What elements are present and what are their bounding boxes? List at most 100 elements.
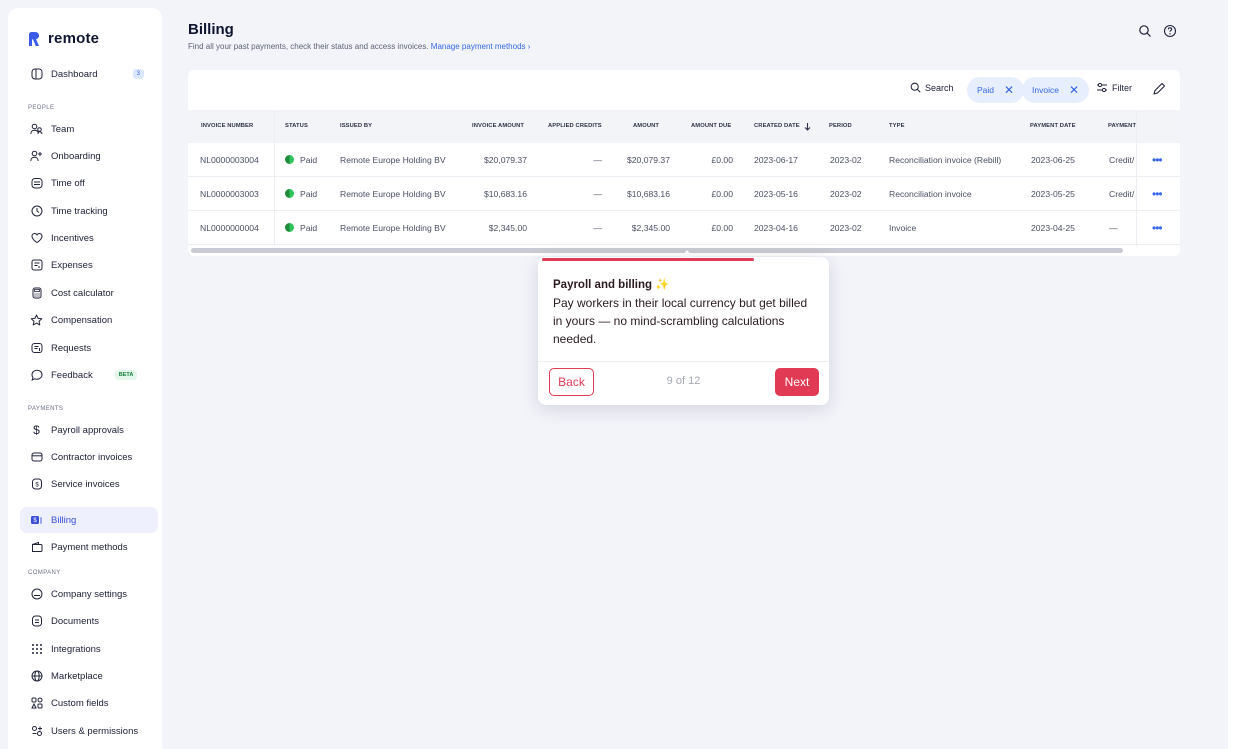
help-icon[interactable] — [1163, 24, 1177, 38]
column-header[interactable]: INVOICE NUMBER — [201, 123, 253, 129]
invoice-number[interactable]: NL0000003003 — [200, 189, 259, 199]
tour-title: Payroll and billing ✨ — [553, 279, 670, 291]
sidebar-item-billing[interactable]: $ Billing — [20, 507, 158, 533]
column-header[interactable]: INVOICE AMOUNT — [472, 123, 524, 129]
amount-due: £0.00 — [711, 189, 733, 199]
sidebar-item-service-invoices[interactable]: $ Service invoices — [20, 471, 158, 497]
logo[interactable]: remote — [28, 30, 99, 47]
page-subtitle: Find all your past payments, check their… — [188, 42, 530, 51]
filter-chip-paid[interactable]: Paid ✕ — [967, 77, 1025, 103]
filter-label: Filter — [1112, 82, 1132, 93]
sidebar-item-label: Compensation — [51, 314, 113, 326]
type: Reconciliation invoice (Rebill) — [889, 155, 1002, 165]
amount: $2,345.00 — [631, 223, 670, 233]
sidebar-item-company-settings[interactable]: Company settings — [20, 581, 158, 607]
column-header[interactable]: PAYMENT — [1108, 123, 1136, 129]
column-header[interactable]: AMOUNT DUE — [691, 123, 731, 129]
sidebar-item-requests[interactable]: Requests — [20, 335, 158, 361]
next-button[interactable]: Next — [775, 368, 819, 396]
type: Invoice — [889, 223, 917, 233]
invoices-card: Search Paid ✕ Invoice ✕ Filter INVOICE N… — [188, 70, 1180, 256]
close-icon[interactable]: ✕ — [1004, 83, 1014, 97]
sidebar-item-documents[interactable]: Documents — [20, 608, 158, 634]
sidebar-item-expenses[interactable]: Expenses — [20, 252, 158, 278]
sidebar-item-dashboard[interactable]: Dashboard 3 — [20, 61, 158, 87]
sidebar-item-time-tracking[interactable]: Time tracking — [20, 198, 158, 224]
sidebar-item-label: Company settings — [51, 588, 128, 600]
filter-chip-invoice[interactable]: Invoice ✕ — [1022, 77, 1089, 103]
document-icon — [30, 615, 43, 628]
issued-by: Remote Europe Holding BV — [340, 189, 446, 199]
column-header[interactable]: PAYMENT DATE — [1030, 123, 1076, 129]
search-button[interactable]: Search — [910, 82, 954, 93]
sidebar-item-label: Documents — [51, 615, 100, 627]
product-tour-tooltip: Payroll and billing ✨ Pay workers in the… — [538, 257, 829, 405]
close-icon[interactable]: ✕ — [1069, 83, 1079, 97]
card-icon — [30, 451, 43, 464]
request-icon — [30, 342, 43, 355]
applied-credits: — — [593, 189, 602, 199]
more-options-icon[interactable]: ••• — [1152, 187, 1163, 201]
period: 2023-02 — [830, 155, 862, 165]
sidebar-item-payment-methods[interactable]: Payment methods — [20, 534, 158, 560]
sidebar-item-label: Time off — [51, 177, 85, 189]
filter-button[interactable]: Filter — [1096, 82, 1132, 93]
manage-payment-methods-link[interactable]: Manage payment methods › — [431, 42, 531, 51]
scrollbar-thumb[interactable] — [191, 248, 1123, 253]
table-row[interactable]: NL0000000004 Paid Remote Europe Holding … — [188, 211, 1180, 245]
building-icon — [30, 588, 43, 601]
status-badge: Paid — [285, 189, 317, 199]
sidebar-item-users-permissions[interactable]: Users & permissions — [20, 718, 158, 744]
team-icon — [30, 123, 43, 136]
sidebar-item-onboarding[interactable]: Onboarding — [20, 143, 158, 169]
chip-label: Paid — [977, 85, 995, 95]
sidebar-item-team[interactable]: Team — [20, 116, 158, 142]
invoice-number[interactable]: NL0000003004 — [200, 155, 259, 165]
sidebar-item-cost-calculator[interactable]: Cost calculator — [20, 280, 158, 306]
sidebar-item-compensation[interactable]: Compensation — [20, 307, 158, 333]
status-text: Paid — [300, 223, 318, 233]
sidebar-item-incentives[interactable]: Incentives — [20, 225, 158, 251]
more-options-icon[interactable]: ••• — [1152, 221, 1163, 235]
issued-by: Remote Europe Holding BV — [340, 223, 446, 233]
sidebar-item-integrations[interactable]: Integrations — [20, 636, 158, 662]
sidebar-item-label: Team — [51, 123, 75, 135]
column-header[interactable]: APPLIED CREDITS — [548, 123, 602, 129]
search-icon[interactable] — [1138, 24, 1152, 38]
chat-icon — [30, 369, 43, 382]
sidebar-item-payroll-approvals[interactable]: $ Payroll approvals — [20, 417, 158, 443]
sort-descending-icon[interactable] — [804, 122, 811, 131]
search-icon — [910, 82, 921, 93]
column-header[interactable]: ISSUED BY — [340, 123, 372, 129]
column-header[interactable]: PERIOD — [829, 123, 852, 129]
status-badge: Paid — [285, 155, 317, 165]
sidebar-item-feedback[interactable]: Feedback BETA — [20, 362, 158, 388]
sidebar-item-contractor-invoices[interactable]: Contractor invoices — [20, 444, 158, 470]
payment-date: 2023-06-25 — [1031, 155, 1075, 165]
created-date: 2023-05-16 — [754, 189, 798, 199]
table-row[interactable]: NL0000003003 Paid Remote Europe Holding … — [188, 177, 1180, 211]
column-divider — [1136, 110, 1137, 246]
invoice-amount: $10,683.16 — [483, 189, 527, 199]
sidebar-item-marketplace[interactable]: Marketplace — [20, 663, 158, 689]
column-header[interactable]: CREATED DATE — [754, 123, 800, 129]
edit-columns-icon[interactable] — [1152, 82, 1166, 96]
calculator-icon — [30, 287, 43, 300]
dashboard-icon — [30, 68, 43, 81]
window-edge — [1228, 0, 1233, 749]
filter-icon — [1097, 82, 1107, 93]
sidebar-item-custom-fields[interactable]: Custom fields — [20, 690, 158, 716]
column-header[interactable]: AMOUNT — [633, 123, 659, 129]
sidebar-item-time-off[interactable]: Time off — [20, 170, 158, 196]
invoice-amount: $20,079.37 — [483, 155, 527, 165]
grid-icon — [30, 643, 43, 656]
column-header[interactable]: STATUS — [285, 123, 308, 129]
column-header[interactable]: TYPE — [889, 123, 905, 129]
section-label-payments: PAYMENTS — [28, 406, 64, 412]
payment-method: Credit/ — [1109, 155, 1135, 165]
divider — [538, 361, 829, 362]
invoice-number[interactable]: NL0000000004 — [200, 223, 259, 233]
table-row[interactable]: NL0000003004 Paid Remote Europe Holding … — [188, 143, 1180, 177]
sidebar-item-label: Incentives — [51, 232, 94, 244]
more-options-icon[interactable]: ••• — [1152, 153, 1163, 167]
